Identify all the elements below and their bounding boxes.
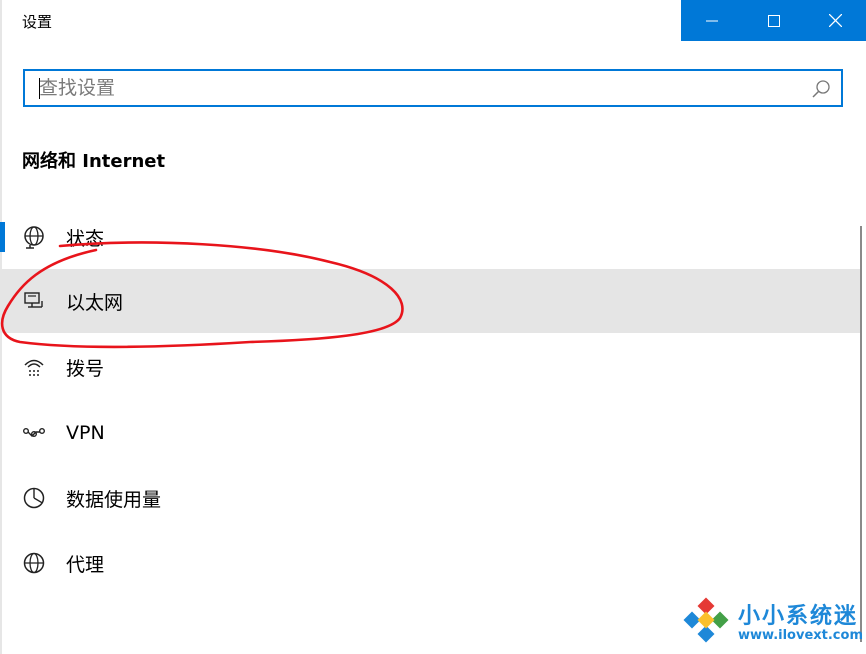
search-box[interactable] — [23, 69, 843, 107]
nav-item-label: 拨号 — [66, 357, 105, 380]
vpn-icon — [23, 427, 46, 437]
nav-item-data-usage[interactable]: 数据使用量 — [0, 466, 862, 530]
minimize-button[interactable] — [681, 0, 743, 41]
maximize-icon — [767, 14, 780, 27]
section-title: 网络和 Internet — [22, 151, 166, 172]
maximize-button[interactable] — [743, 0, 805, 41]
data-usage-icon — [23, 487, 45, 509]
nav-item-label: 状态 — [66, 227, 105, 250]
caption-buttons — [681, 0, 866, 41]
close-button[interactable] — [804, 0, 866, 41]
nav-item-dialup[interactable]: 拨号 — [0, 335, 862, 399]
globe-status-icon — [24, 226, 44, 249]
dialup-icon — [24, 359, 44, 376]
window-title: 设置 — [22, 13, 53, 31]
nav-item-status[interactable]: 状态 — [0, 205, 862, 269]
ethernet-icon — [24, 292, 43, 308]
nav-item-label: 以太网 — [66, 291, 124, 314]
nav-item-label: 数据使用量 — [66, 488, 162, 511]
watermark: 小小系统迷 www.ilovext.com — [678, 596, 863, 648]
watermark-name: 小小系统迷 — [738, 604, 859, 629]
nav-item-label: VPN — [66, 422, 105, 444]
scrollbar[interactable] — [860, 226, 862, 642]
watermark-url: www.ilovext.com — [738, 628, 863, 643]
nav-item-vpn[interactable]: VPN — [0, 401, 862, 465]
minimize-icon — [705, 20, 718, 21]
search-input[interactable] — [39, 71, 799, 105]
globe-proxy-icon — [23, 552, 45, 574]
search-icon[interactable] — [811, 79, 831, 99]
close-icon — [828, 14, 842, 27]
nav-item-proxy[interactable]: 代理 — [0, 531, 862, 595]
nav-item-label: 代理 — [66, 553, 105, 576]
nav-item-ethernet[interactable]: 以太网 — [0, 269, 862, 333]
watermark-logo-icon — [683, 597, 729, 643]
text-caret — [39, 78, 40, 99]
